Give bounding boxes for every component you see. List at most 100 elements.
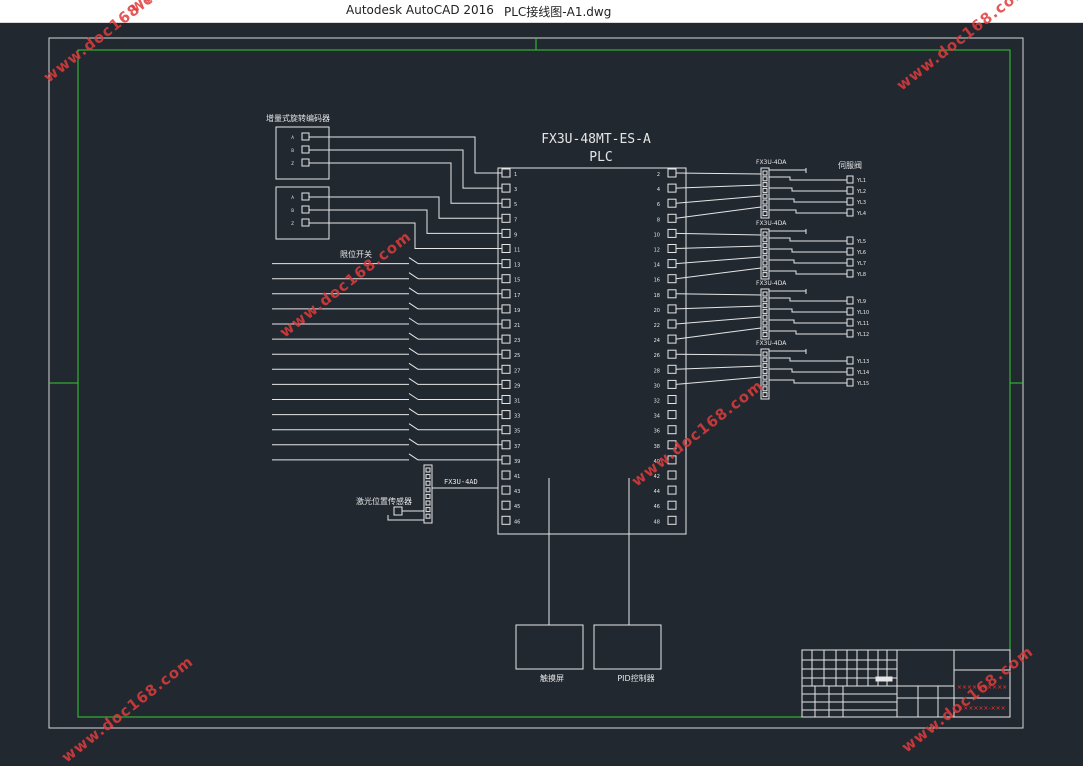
da-module-label: FX3U-4DA xyxy=(756,220,787,227)
plc-terminal-label: 13 xyxy=(514,263,520,269)
da-pin xyxy=(762,351,768,357)
plc-terminal-label: 11 xyxy=(514,248,520,254)
plc-terminal-label: 38 xyxy=(654,444,660,450)
plc-terminal xyxy=(501,334,511,344)
limit-switch-contact xyxy=(408,453,419,461)
plc-terminal xyxy=(501,425,511,435)
da-pin xyxy=(762,368,768,374)
servo-terminal xyxy=(846,269,854,278)
encoder-wire xyxy=(309,149,502,189)
encoder-terminal xyxy=(301,145,310,154)
plc-terminal xyxy=(501,485,511,495)
plc-terminal-label: 15 xyxy=(514,278,520,284)
da-pin xyxy=(762,176,768,182)
ad-module-label: FX3U-4AD xyxy=(444,478,478,486)
plc-terminal xyxy=(501,228,511,238)
da-pin xyxy=(762,237,768,243)
pid-controller-box[interactable] xyxy=(593,624,662,670)
plc-terminal xyxy=(501,349,511,359)
plc-terminal xyxy=(501,395,511,404)
title-block-fill xyxy=(875,676,893,682)
plc-terminal-label: 3 xyxy=(514,187,517,193)
da-pin xyxy=(762,199,768,205)
limit-switch-contact xyxy=(408,257,419,265)
ad-pin xyxy=(425,500,431,506)
da-to-servo-wire xyxy=(769,209,847,214)
servo-terminal xyxy=(846,378,854,387)
ad-pin xyxy=(425,513,431,519)
servo-channel-label: YL1 xyxy=(856,178,866,184)
pid-label: PID控制器 xyxy=(617,673,654,683)
plc-terminal xyxy=(667,515,677,525)
da-pin xyxy=(762,332,768,338)
da-pin xyxy=(762,303,768,309)
laser-sensor-label: 激光位置传感器 xyxy=(356,496,412,506)
plc-terminal-label: 41 xyxy=(514,474,520,480)
servo-channel-label: YL3 xyxy=(856,200,866,206)
plc-terminal xyxy=(501,410,511,420)
ad-module-pins xyxy=(425,467,431,519)
plc-terminal xyxy=(667,500,677,510)
drawing-canvas[interactable]: FX3U-48MT-ES-A PLC 1 3 5 7 9 11 13 15 17 19 21 23 25… xyxy=(0,0,1083,766)
plc-terminal-label: 7 xyxy=(514,217,517,223)
encoder-label: 增量式旋转编码器 xyxy=(266,113,330,123)
plc-to-da-wire xyxy=(675,353,762,356)
encoder-pin-label: B xyxy=(291,148,294,153)
plc-terminal xyxy=(667,228,677,238)
da-pin xyxy=(762,374,768,380)
plc-terminal-label: 9 xyxy=(514,232,517,238)
da-pin xyxy=(762,363,768,369)
laser-sensor-wire xyxy=(387,510,424,521)
da-pin xyxy=(762,187,768,193)
servo-channel-label: YL13 xyxy=(856,359,869,365)
inner-frame xyxy=(77,49,1011,718)
encoder-wire xyxy=(309,196,502,219)
encoder-terminal xyxy=(301,192,310,201)
plc-terminal xyxy=(667,289,677,299)
plc-terminal xyxy=(667,259,677,269)
cad-drawing[interactable]: FX3U-48MT-ES-A PLC 135791113151719212325… xyxy=(0,22,1083,748)
da-pin xyxy=(762,291,768,297)
plc-terminal-label: 17 xyxy=(514,293,520,299)
ad-pin xyxy=(425,480,431,486)
servo-channel-label: YL7 xyxy=(856,261,866,267)
laser-sensor-symbol xyxy=(393,506,403,516)
da-pin xyxy=(762,266,768,272)
plc-terminal xyxy=(667,395,677,404)
da-pin xyxy=(762,392,768,398)
plc-terminal-label: 28 xyxy=(654,368,660,374)
plc-terminal-label: 46 xyxy=(514,519,520,525)
da-to-servo-wire xyxy=(769,379,847,384)
da-pin xyxy=(762,231,768,237)
da-pin xyxy=(762,272,768,278)
plc-terminal xyxy=(667,244,677,253)
limit-switch-contact xyxy=(408,438,419,446)
plc-terminal-label: 22 xyxy=(654,323,660,329)
touchscreen-box[interactable] xyxy=(515,624,584,670)
plc-terminal-label: 33 xyxy=(514,414,520,420)
plc-terminal-label: 21 xyxy=(514,323,520,329)
da-pin xyxy=(762,260,768,266)
plc-terminal xyxy=(667,304,677,314)
ad-pin xyxy=(425,507,431,513)
plc-terminal xyxy=(667,410,677,420)
servo-channel-label: YL15 xyxy=(856,381,869,387)
plc-terminal-label: 27 xyxy=(514,368,520,374)
plc-terminal-label: 10 xyxy=(654,232,660,238)
da-pin xyxy=(762,205,768,211)
plc-terminal-label: 16 xyxy=(654,278,660,284)
plc-to-da-wire xyxy=(675,195,762,204)
da-pin xyxy=(762,182,768,188)
da-to-servo-wire xyxy=(769,297,847,302)
plc-terminal xyxy=(667,364,677,374)
plc-to-da-wire xyxy=(675,316,762,325)
plc-terminal-label: 30 xyxy=(654,383,660,389)
servo-terminal xyxy=(846,367,854,376)
plc-terminal-label: 25 xyxy=(514,353,520,359)
plc-terminal-label: 32 xyxy=(654,399,660,405)
plc-terminal-label: 29 xyxy=(514,383,520,389)
plc-terminal-label: 45 xyxy=(514,504,520,510)
plc-terminal xyxy=(501,319,511,329)
da-pin xyxy=(762,243,768,249)
app-title: Autodesk AutoCAD 2016 xyxy=(346,3,494,17)
